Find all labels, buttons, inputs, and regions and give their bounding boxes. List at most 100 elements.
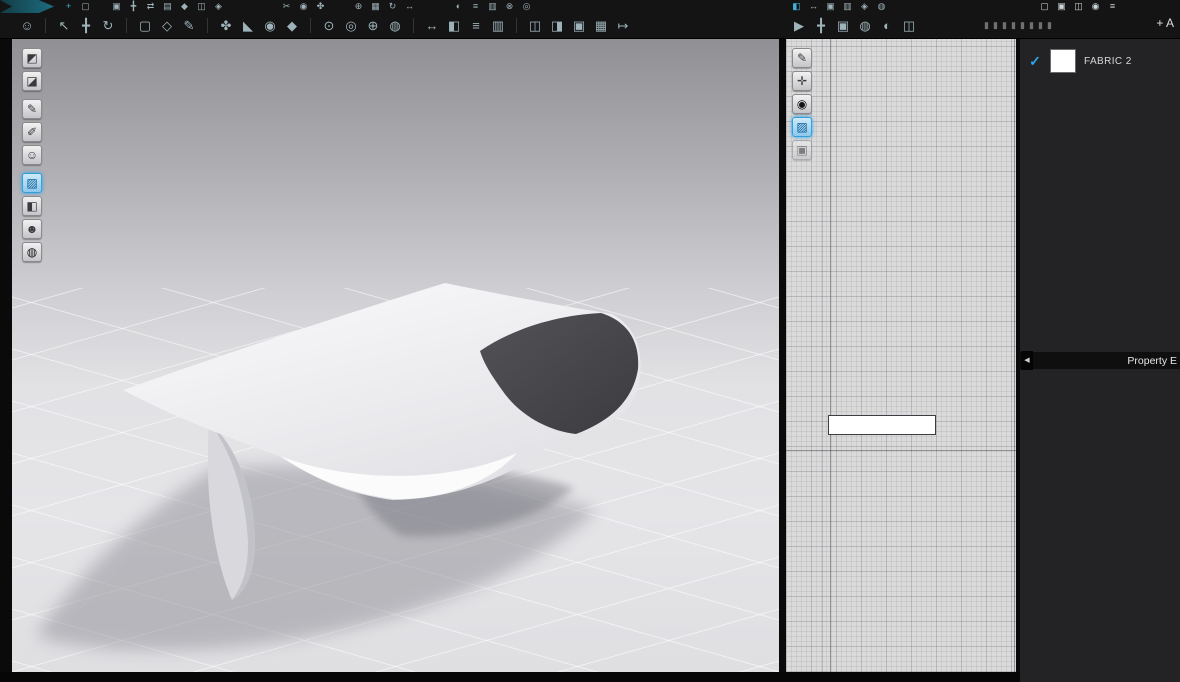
toolbar-separator bbox=[516, 18, 517, 33]
pattern-outline-icon[interactable]: ◧ bbox=[22, 196, 42, 216]
toolbar-cluster: ▶ ╋ ▣ ◍ ◐ ◫ bbox=[790, 13, 918, 38]
meter-bar-icon[interactable]: ▮ bbox=[984, 14, 989, 37]
play-simulation-icon[interactable]: ▶ bbox=[790, 14, 808, 37]
frame-window-icon[interactable]: ▣ bbox=[824, 0, 837, 13]
selection-box-icon[interactable]: ▢ bbox=[79, 0, 92, 13]
grid-snap-tool-icon[interactable]: ▦ bbox=[369, 0, 382, 13]
single-view-icon[interactable]: ▣ bbox=[570, 14, 588, 37]
rect-select-icon[interactable]: ▢ bbox=[136, 14, 154, 37]
texture-gem-icon[interactable]: ◈ bbox=[212, 0, 225, 13]
fabric-name: FABRIC 2 bbox=[1084, 55, 1132, 67]
expand-arrows-icon[interactable]: ↔ bbox=[807, 0, 820, 13]
add-circle-tool-icon[interactable]: ⊕ bbox=[352, 0, 365, 13]
link-tool-icon[interactable]: ⊗ bbox=[503, 0, 516, 13]
shade-half-tool-icon[interactable]: ◐ bbox=[452, 0, 465, 13]
gem-display-icon[interactable]: ◈ bbox=[858, 0, 871, 13]
stylus-tool-icon[interactable]: ✐ bbox=[22, 122, 42, 142]
show-mannequin-icon[interactable]: ☻ bbox=[22, 219, 42, 239]
collapse-arrow-icon[interactable]: ◀ bbox=[1021, 351, 1033, 370]
info-badge-icon[interactable]: ◉ bbox=[792, 94, 812, 114]
show-garment-icon[interactable]: ◩ bbox=[22, 48, 42, 68]
meter-bar-icon[interactable]: ▮ bbox=[1047, 14, 1052, 37]
window-split-icon[interactable]: ◫ bbox=[1072, 0, 1085, 13]
scissors-tool-icon[interactable]: ✂ bbox=[280, 0, 293, 13]
split-pattern-view-icon[interactable]: ◫ bbox=[900, 14, 918, 37]
align-edge-icon[interactable]: ↦ bbox=[614, 14, 632, 37]
sphere-tool-icon[interactable]: ◍ bbox=[386, 14, 404, 37]
fabric-swatch[interactable] bbox=[1050, 49, 1076, 73]
environment-globe-icon[interactable]: ◍ bbox=[22, 242, 42, 262]
menu-lines-icon[interactable]: ≡ bbox=[1106, 0, 1119, 13]
roll-stack-icon[interactable]: ▥ bbox=[841, 0, 854, 13]
mirror-panels-icon[interactable]: ◫ bbox=[195, 0, 208, 13]
pin-pattern-icon[interactable]: ✛ bbox=[792, 71, 812, 91]
snap-diamond-icon[interactable]: ◆ bbox=[178, 0, 191, 13]
pen-tool-icon[interactable]: ✎ bbox=[180, 14, 198, 37]
sync-arrows-icon[interactable]: ⇄ bbox=[144, 0, 157, 13]
save-file-icon[interactable]: ▣ bbox=[110, 0, 123, 13]
move-gizmo-icon[interactable]: ╋ bbox=[77, 14, 95, 37]
property-editor-tab[interactable]: Property E bbox=[1020, 352, 1180, 369]
rotate-view-tool-icon[interactable]: ↻ bbox=[386, 0, 399, 13]
list-options-icon[interactable]: ≡ bbox=[469, 0, 482, 13]
meter-bar-icon[interactable]: ▮ bbox=[1011, 14, 1016, 37]
split-view-right-icon[interactable]: ◨ bbox=[548, 14, 566, 37]
select-cursor-icon[interactable]: ↖ bbox=[55, 14, 73, 37]
sphere-view-icon[interactable]: ◍ bbox=[856, 14, 874, 37]
lock-pattern-icon[interactable]: ▣ bbox=[792, 140, 812, 160]
pattern-piece[interactable] bbox=[828, 415, 936, 435]
meter-bar-icon[interactable]: ▮ bbox=[1020, 14, 1025, 37]
toolbar-cluster: ◧ ↔ ▣ ▥ ◈ ◍ bbox=[790, 0, 888, 13]
dock-left-panel-icon[interactable]: ◧ bbox=[790, 0, 803, 13]
sphere-display-icon[interactable]: ◍ bbox=[875, 0, 888, 13]
main-toolbar: + ▢ ▣ ╋ ⇄ ▤ ◆ ◫ ◈ ✂ ◉ ✤ ⊕ ▦ ↻ ↔ ◐ ≡ ▥ ⊗ ◎ ◧ ↔ ▣ ▥ ◈ ◍ ▢ ▣ ◫ ◉ ≡ ☺ ↖ ╋ ↻ ▢ ◇ ✎… bbox=[0, 0, 1180, 39]
quad-view-icon[interactable]: ▦ bbox=[592, 14, 610, 37]
fabric-stack-icon[interactable]: ▥ bbox=[489, 14, 507, 37]
ornament-tool-icon[interactable]: ✤ bbox=[314, 0, 327, 13]
pin-target-icon[interactable]: ◉ bbox=[297, 0, 310, 13]
texture-editor-2d-icon[interactable]: ▨ bbox=[792, 117, 812, 137]
window-single-icon[interactable]: ▢ bbox=[1038, 0, 1051, 13]
fabric-list-item[interactable]: ✓ FABRIC 2 bbox=[1020, 46, 1180, 76]
move-cross-icon[interactable]: ╋ bbox=[127, 0, 140, 13]
split-view-left-icon[interactable]: ◫ bbox=[526, 14, 544, 37]
circle-dot-tool-icon[interactable]: ⊙ bbox=[320, 14, 338, 37]
3d-viewport[interactable]: ◩ ◪ ✎ ✐ ☺ ▨ ◧ ☻ ◍ bbox=[12, 38, 779, 672]
add-button[interactable]: + A bbox=[1156, 16, 1174, 30]
meter-bar-icon[interactable]: ▮ bbox=[1002, 14, 1007, 37]
show-pattern-3d-icon[interactable]: ◪ bbox=[22, 71, 42, 91]
record-button-icon[interactable]: ◉ bbox=[1089, 0, 1102, 13]
pin-tool-icon[interactable]: ◉ bbox=[261, 14, 279, 37]
texture-editor-icon[interactable]: ▨ bbox=[22, 173, 42, 193]
record-dot-icon[interactable]: ◎ bbox=[520, 0, 533, 13]
meter-bar-icon[interactable]: ▮ bbox=[993, 14, 998, 37]
rotate-gizmo-icon[interactable]: ↻ bbox=[99, 14, 117, 37]
edit-pattern-icon[interactable]: ✎ bbox=[792, 48, 812, 68]
window-filled-icon[interactable]: ▣ bbox=[1055, 0, 1068, 13]
toolbar-cluster: ▢ ▣ ◫ ◉ ≡ bbox=[1038, 0, 1119, 13]
meter-bar-icon[interactable]: ▮ bbox=[1038, 14, 1043, 37]
button-tool-icon[interactable]: ◆ bbox=[283, 14, 301, 37]
add-circle-icon[interactable]: ⊕ bbox=[364, 14, 382, 37]
slider-lines-icon[interactable]: ≡ bbox=[467, 14, 485, 37]
layer-stack-icon[interactable]: ▤ bbox=[161, 0, 174, 13]
add-item-icon[interactable]: + bbox=[62, 0, 75, 13]
measure-tool-icon[interactable]: ↔ bbox=[403, 0, 416, 13]
lasso-select-icon[interactable]: ◇ bbox=[158, 14, 176, 37]
show-avatar-icon[interactable]: ☺ bbox=[22, 145, 42, 165]
accessory-tool-icon[interactable]: ✤ bbox=[217, 14, 235, 37]
ring-tool-icon[interactable]: ◎ bbox=[342, 14, 360, 37]
brush-tool-icon[interactable]: ✎ bbox=[22, 99, 42, 119]
measure-width-icon[interactable]: ↔ bbox=[423, 14, 441, 37]
dock-panel-icon[interactable]: ◧ bbox=[445, 14, 463, 37]
2d-pattern-viewport[interactable]: ✎ ✛ ◉ ▨ ▣ bbox=[786, 38, 1016, 672]
shade-view-icon[interactable]: ◐ bbox=[878, 14, 896, 37]
walk-avatar-icon[interactable]: ☺ bbox=[18, 14, 36, 37]
frame-pattern-icon[interactable]: ▣ bbox=[834, 14, 852, 37]
move-pattern-icon[interactable]: ╋ bbox=[812, 14, 830, 37]
toolbar-separator bbox=[45, 18, 46, 33]
toolbar-cluster: ▣ ╋ ⇄ ▤ ◆ ◫ ◈ bbox=[110, 0, 225, 13]
meter-bar-icon[interactable]: ▮ bbox=[1029, 14, 1034, 37]
fabric-rolls-icon[interactable]: ▥ bbox=[486, 0, 499, 13]
shoe-tool-icon[interactable]: ◣ bbox=[239, 14, 257, 37]
